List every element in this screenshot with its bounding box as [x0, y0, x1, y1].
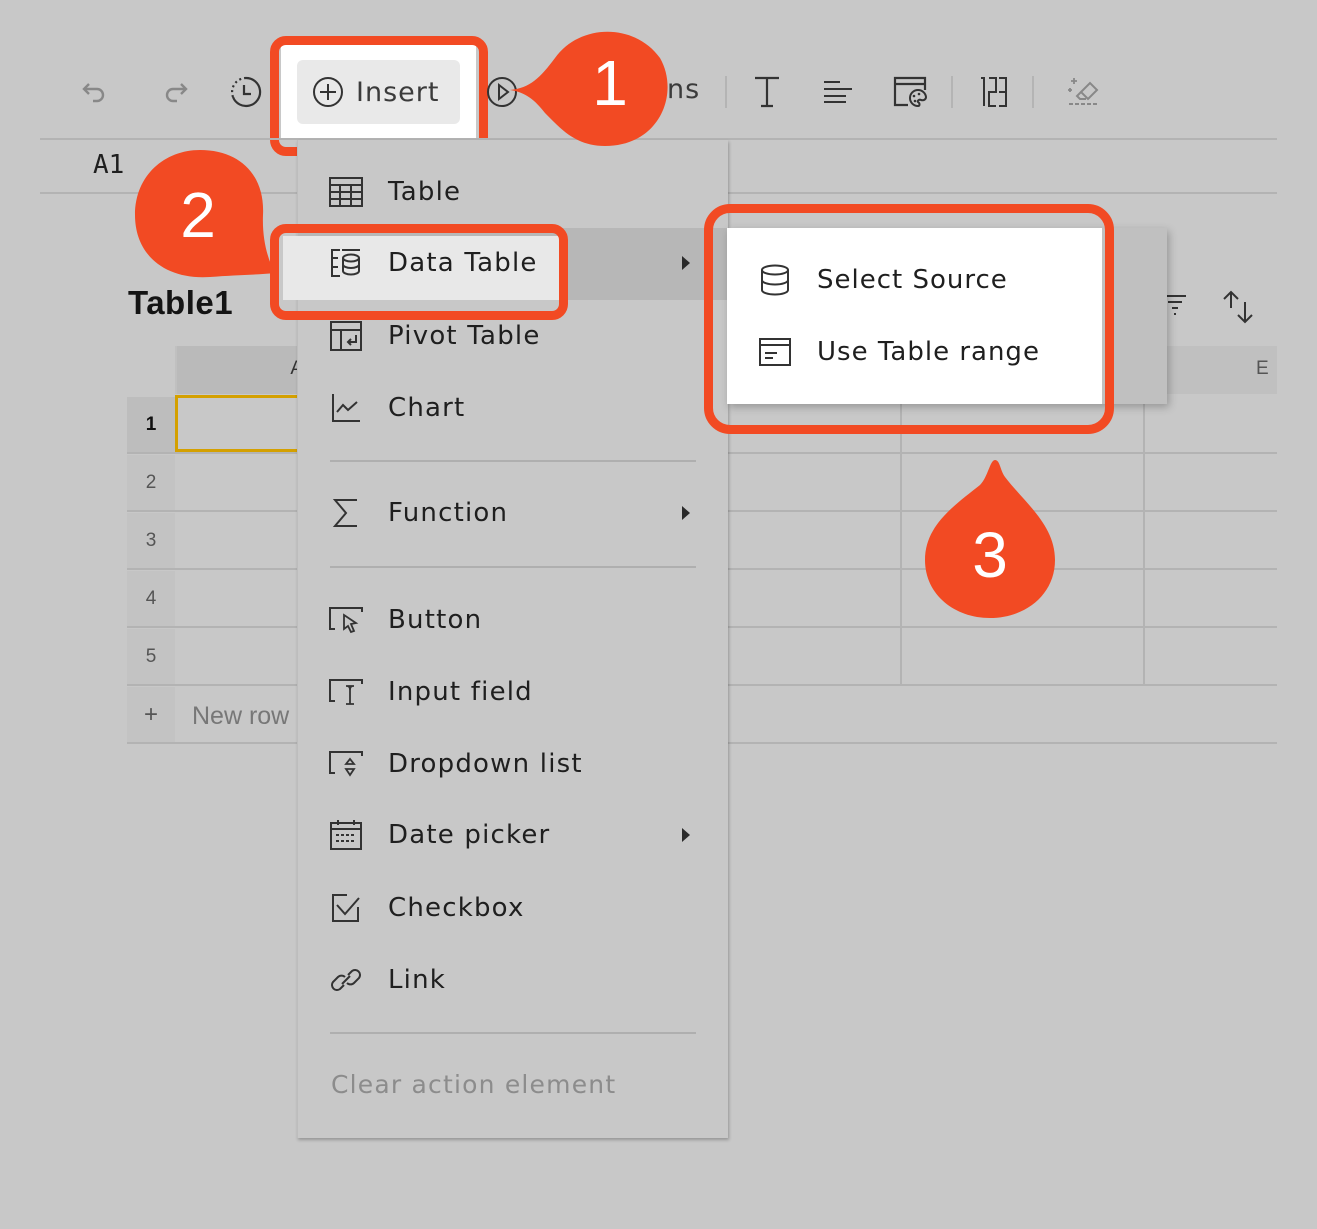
annotation-box-2: [270, 224, 568, 320]
redo-icon: [165, 83, 188, 103]
dropdown-list-icon: [329, 747, 363, 781]
toolbar-divider: [725, 76, 727, 108]
menu-item-dropdown-list[interactable]: Dropdown list: [298, 734, 728, 794]
input-field-icon: [329, 675, 363, 709]
menu-item-date-picker[interactable]: Date picker: [298, 805, 728, 865]
row-header-1[interactable]: 1: [127, 397, 175, 453]
submenu-arrow-icon: [682, 256, 690, 270]
row-header-4[interactable]: 4: [127, 571, 175, 627]
column-header-a[interactable]: A: [177, 346, 303, 394]
align-left-icon: [824, 81, 852, 103]
menu-divider: [330, 1032, 696, 1034]
callout-number-2: 2: [180, 179, 216, 251]
row-header-3[interactable]: 3: [127, 513, 175, 569]
callout-number-3: 3: [972, 519, 1008, 591]
menu-item-chart[interactable]: Chart: [298, 378, 728, 438]
calendar-icon: [329, 818, 363, 852]
menu-divider: [330, 566, 696, 568]
annotation-box-3: [704, 204, 1114, 434]
submenu-arrow-icon: [682, 828, 690, 842]
sort-button[interactable]: [1220, 290, 1256, 324]
menu-item-checkbox[interactable]: Checkbox: [298, 878, 728, 938]
toolbar-divider: [951, 76, 953, 108]
number-format-123-icon: [981, 77, 1007, 107]
selected-cell-a1[interactable]: [175, 395, 305, 452]
checkbox-icon: [329, 891, 363, 925]
row-header-2[interactable]: 2: [127, 455, 175, 511]
link-icon: [329, 963, 363, 997]
pivot-table-icon: [329, 319, 363, 353]
align-button[interactable]: [820, 74, 856, 110]
cell-style-palette-icon: [893, 76, 928, 108]
menu-divider: [330, 460, 696, 462]
text-format-icon: [755, 76, 779, 108]
new-row-plus-icon[interactable]: +: [127, 687, 175, 743]
clear-format-eraser-icon: [1068, 78, 1099, 105]
menu-item-input-field[interactable]: Input field: [298, 662, 728, 722]
history-button[interactable]: [228, 74, 264, 110]
line-chart-icon: [329, 391, 363, 425]
history-icon: [231, 76, 262, 108]
menu-item-function[interactable]: Function: [298, 483, 728, 543]
button-cursor-icon: [329, 603, 363, 637]
menu-item-button[interactable]: Button: [298, 590, 728, 650]
cell-style-button[interactable]: [892, 74, 928, 110]
callout-number-1: 1: [592, 47, 628, 119]
clear-action-element-item[interactable]: Clear action element: [331, 1070, 616, 1099]
column-header-e[interactable]: E: [1256, 358, 1269, 380]
undo-icon: [82, 83, 105, 103]
table-title[interactable]: Table1: [128, 284, 233, 322]
sigma-icon: [329, 496, 363, 530]
sort-icon: [1223, 290, 1253, 324]
grid-line: [900, 396, 902, 684]
toolbar-divider: [1032, 76, 1034, 108]
clear-format-button[interactable]: [1065, 74, 1101, 110]
table-grid-icon: [329, 175, 363, 209]
grid-line: [1143, 396, 1145, 684]
submenu-arrow-icon: [682, 506, 690, 520]
select-all-corner[interactable]: [127, 346, 175, 394]
number-format-button[interactable]: [975, 74, 1011, 110]
row-header-5[interactable]: 5: [127, 629, 175, 685]
redo-button[interactable]: [157, 74, 193, 110]
menu-item-link[interactable]: Link: [298, 950, 728, 1010]
undo-button[interactable]: [77, 74, 113, 110]
new-row-button[interactable]: New row: [192, 702, 289, 731]
text-format-button[interactable]: [749, 74, 785, 110]
menu-item-table[interactable]: Table: [298, 162, 728, 222]
cell-reference[interactable]: A1: [93, 150, 124, 180]
